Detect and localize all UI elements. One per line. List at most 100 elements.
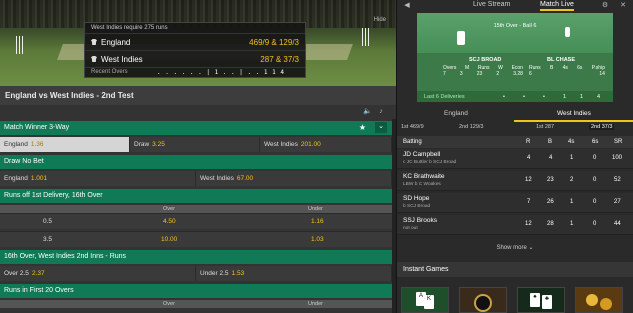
right-column: ◀ Live Stream Match Live ⚙ ✕ 15th Over -…	[397, 0, 633, 313]
tab-england[interactable]: England	[444, 110, 468, 117]
team-name: England	[101, 38, 131, 47]
selection-price: 201.00	[300, 141, 321, 148]
innings-tab[interactable]: 2nd 129/3	[459, 124, 483, 130]
stat-value: 7	[443, 71, 446, 77]
dismissal: not out	[403, 226, 418, 231]
innings-label: 1st	[536, 124, 544, 130]
selection-label: West Indies	[264, 141, 298, 148]
match-visualisation: 15th Over - Ball 6 SCJ BROAD BL CHASE Ov…	[417, 13, 613, 102]
selection-west-indies[interactable]: West Indies 201.00	[260, 137, 392, 152]
tab-live-stream[interactable]: Live Stream	[473, 1, 510, 8]
instant-games-list: A K ♠ ♣	[397, 282, 633, 313]
strike-rate: 100	[612, 155, 623, 161]
selection-over[interactable]: Over 2.5 2.37	[0, 266, 196, 281]
recent-overs: Recent Overs . . . . . . | 1 . . | . . 1…	[85, 68, 305, 78]
table-row: JD Campbell c JC Buttler b SCJ Broad 4 4…	[397, 149, 633, 169]
sixes: 0	[593, 199, 597, 205]
market-header-16th-over[interactable]: 16th Over, West Indies 2nd Inns - Runs	[0, 250, 392, 264]
coin-icon	[586, 294, 598, 306]
media-tabs: ◀ Live Stream Match Live ⚙ ✕	[397, 0, 633, 12]
delivery: •	[503, 94, 505, 100]
innings-score: 287	[544, 124, 555, 130]
show-more-button[interactable]: Show more ⌄	[397, 241, 633, 255]
stumps-icon	[16, 36, 24, 54]
stat-label: M	[465, 65, 470, 71]
market-header-draw-no-bet[interactable]: Draw No Bet	[0, 155, 392, 169]
star-icon[interactable]: ★	[359, 123, 366, 132]
fours: 1	[570, 155, 574, 161]
line-value: 0.5	[43, 218, 53, 225]
under-price[interactable]: 1.03	[311, 236, 324, 243]
selection-england[interactable]: England 1.001	[0, 171, 196, 186]
cards-game-tile[interactable]: ♠ ♣	[517, 287, 565, 313]
balls: 26	[547, 199, 554, 205]
chevron-down-icon[interactable]: ⌄	[375, 122, 387, 133]
hide-button[interactable]: Hide	[374, 17, 386, 23]
under-price[interactable]: 1.16	[311, 218, 324, 225]
speaker-icon[interactable]: 🔈	[363, 108, 372, 116]
roulette-game-tile[interactable]	[459, 287, 507, 313]
balls: 28	[547, 221, 554, 227]
innings-label: 1st	[401, 124, 409, 130]
pitch-graphic	[417, 13, 613, 53]
batter-figure	[457, 31, 465, 45]
coins-game-tile[interactable]	[575, 287, 623, 313]
market-title: Match Winner 3-Way	[4, 124, 70, 131]
close-icon[interactable]: ✕	[619, 2, 627, 10]
over-ball-label: 15th Over - Ball 6	[493, 23, 537, 29]
shirt-icon	[91, 56, 97, 62]
column-header: 4s	[568, 139, 575, 145]
over-under-row: 3.5 10.00 1.03	[0, 231, 392, 247]
market-header-runs-first-delivery[interactable]: Runs off 1st Delivery, 16th Over	[0, 189, 392, 203]
stat-value: 3.28	[513, 71, 523, 77]
dismissal: c JC Buttler b SCJ Broad	[403, 160, 457, 165]
stat-value: 14	[599, 71, 605, 77]
selection-label: Over 2.5	[4, 270, 29, 277]
over-price[interactable]: 4.50	[163, 218, 176, 225]
batter-name: BL CHASE	[547, 57, 576, 63]
strike-rate: 27	[614, 199, 621, 205]
market-title: 16th Over, West Indies 2nd Inns - Runs	[4, 253, 127, 260]
bell-icon[interactable]: ♪	[377, 108, 385, 116]
innings-tab[interactable]: 1st 469/9	[401, 124, 424, 130]
column-header: SR	[614, 139, 623, 145]
match-hero: Hide West Indies require 275 runs Englan…	[0, 0, 396, 86]
over-price[interactable]: 10.00	[161, 236, 177, 243]
match-title: England vs West Indies - 2nd Test	[0, 86, 396, 105]
selection-draw[interactable]: Draw 3.25	[130, 137, 260, 152]
selection-label: West Indies	[200, 175, 234, 182]
recent-overs-balls: . . . . . . | 1 . . | . . 1 1 4	[157, 69, 285, 76]
over-column-label: Over	[163, 301, 175, 307]
selection-under[interactable]: Under 2.5 1.53	[196, 266, 392, 281]
sixes: 0	[593, 177, 597, 183]
stat-value: 23	[476, 71, 483, 77]
tab-west-indies[interactable]: West Indies	[557, 110, 591, 117]
market-row: Over 2.5 2.37 Under 2.5 1.53	[0, 266, 392, 281]
market-title: Draw No Bet	[4, 158, 44, 165]
selection-price: 1.36	[30, 141, 44, 148]
gear-icon[interactable]: ⚙	[601, 2, 609, 10]
innings-score: 469/9	[409, 124, 424, 130]
blackjack-game-tile[interactable]: A K	[401, 287, 449, 313]
dismissal: LBW b C Woakes	[403, 182, 441, 187]
selection-england[interactable]: England 1.36	[0, 137, 130, 152]
selection-west-indies[interactable]: West Indies 67.00	[196, 171, 392, 186]
batter-name: KC Brathwaite	[403, 173, 445, 180]
under-column-label: Under	[308, 206, 323, 212]
bowler-name: SCJ BROAD	[469, 57, 502, 63]
stat-label: 4s	[562, 65, 568, 71]
selection-price: 3.25	[152, 141, 165, 148]
innings-tab[interactable]: 2nd 37/3	[589, 124, 615, 130]
tab-match-live[interactable]: Match Live	[540, 1, 574, 11]
delivery: •	[523, 94, 525, 100]
chevron-down-icon: ⌄	[528, 245, 534, 251]
market-header-first-20-overs[interactable]: Runs in First 20 Overs	[0, 284, 392, 298]
strike-rate: 52	[614, 177, 621, 183]
innings-tab[interactable]: 1st 287	[536, 124, 554, 130]
sportsbook-page: Hide West Indies require 275 runs Englan…	[0, 0, 633, 313]
market-header-match-winner[interactable]: Match Winner 3-Way ★ ⌄	[0, 121, 392, 135]
fours: 2	[570, 177, 574, 183]
column-header: 6s	[592, 139, 599, 145]
team-score-row: West Indies 287 & 37/3	[85, 51, 305, 68]
speaker-icon[interactable]: ◀	[403, 2, 411, 10]
